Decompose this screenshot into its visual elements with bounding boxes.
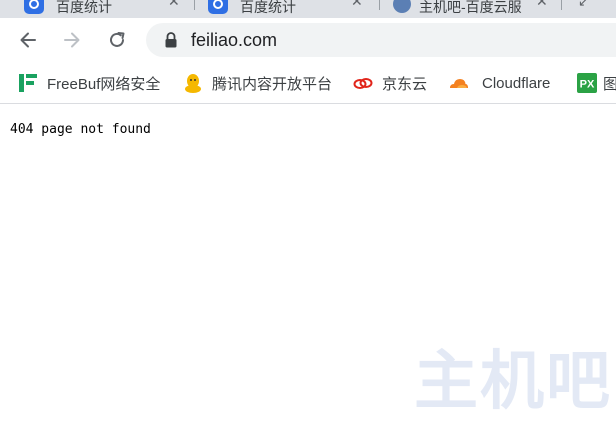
bookmark-label: 腾讯内容开放平台 — [212, 75, 333, 93]
px-icon: PX — [576, 72, 598, 94]
tab-title: 百度统计 — [56, 0, 112, 15]
url-text[interactable]: feiliao.com — [191, 30, 277, 51]
error-message: 404 page not found — [10, 122, 151, 137]
bookmark-label: FreeBuf网络安全 — [47, 75, 161, 93]
bookmark-label: 图 — [603, 73, 616, 94]
bookmarks-bar: FreeBuf网络安全 腾讯内容开放平台 京东云 Cloudflare PX — [0, 63, 616, 104]
tab-baidu-tongji-2[interactable]: 百度统计 — [208, 0, 348, 16]
tab-separator — [194, 0, 195, 10]
tab-title: 主机吧-百度云服 — [419, 0, 522, 15]
tab-baidu-tongji-1[interactable]: 百度统计 — [24, 0, 174, 16]
address-bar[interactable]: feiliao.com — [146, 23, 616, 57]
bookmark-px[interactable]: PX 图 — [576, 71, 616, 95]
jdcloud-icon — [352, 72, 374, 94]
baidu-tongji-icon — [24, 0, 44, 14]
tab-close-icon[interactable]: ✕ — [168, 0, 180, 8]
browser-toolbar: feiliao.com — [0, 18, 616, 63]
reload-icon — [110, 32, 125, 47]
tab-separator — [379, 0, 380, 10]
tab-zhujiba[interactable]: 主机吧-百度云服 — [393, 0, 533, 16]
arrow-left-icon — [20, 32, 36, 48]
tab-separator — [561, 0, 562, 10]
bookmark-cloudflare[interactable]: Cloudflare — [447, 71, 550, 95]
svg-text:PX: PX — [580, 79, 595, 91]
penguin-icon — [182, 72, 204, 94]
bookmark-label: 京东云 — [382, 75, 428, 93]
tab-close-icon[interactable]: ✕ — [351, 0, 363, 8]
tab-title: 百度统计 — [240, 0, 296, 15]
bookmark-jdcloud[interactable]: 京东云 — [352, 71, 427, 95]
arrow-right-icon — [64, 32, 80, 48]
globe-icon — [393, 0, 411, 13]
forward-button[interactable] — [57, 25, 87, 55]
back-button[interactable] — [13, 25, 43, 55]
tab-overflow-icon[interactable]: ↙ — [578, 0, 589, 10]
freebuf-icon — [17, 72, 39, 94]
lock-icon[interactable] — [164, 32, 178, 48]
cloudflare-icon — [447, 72, 469, 94]
bookmark-label: Cloudflare — [482, 74, 551, 92]
tab-close-icon[interactable]: ✕ — [536, 0, 548, 8]
bookmark-freebuf[interactable]: FreeBuf网络安全 — [17, 71, 160, 95]
bookmark-tencent[interactable]: 腾讯内容开放平台 — [182, 71, 332, 95]
page-content: 404 page not found 主机吧 — [0, 104, 616, 419]
baidu-tongji-icon — [208, 0, 228, 14]
reload-button[interactable] — [102, 25, 132, 55]
watermark: 主机吧 — [414, 344, 612, 419]
tab-strip: 百度统计 ✕ 百度统计 ✕ 主机吧-百度云服 ✕ ↙ — [0, 0, 616, 18]
